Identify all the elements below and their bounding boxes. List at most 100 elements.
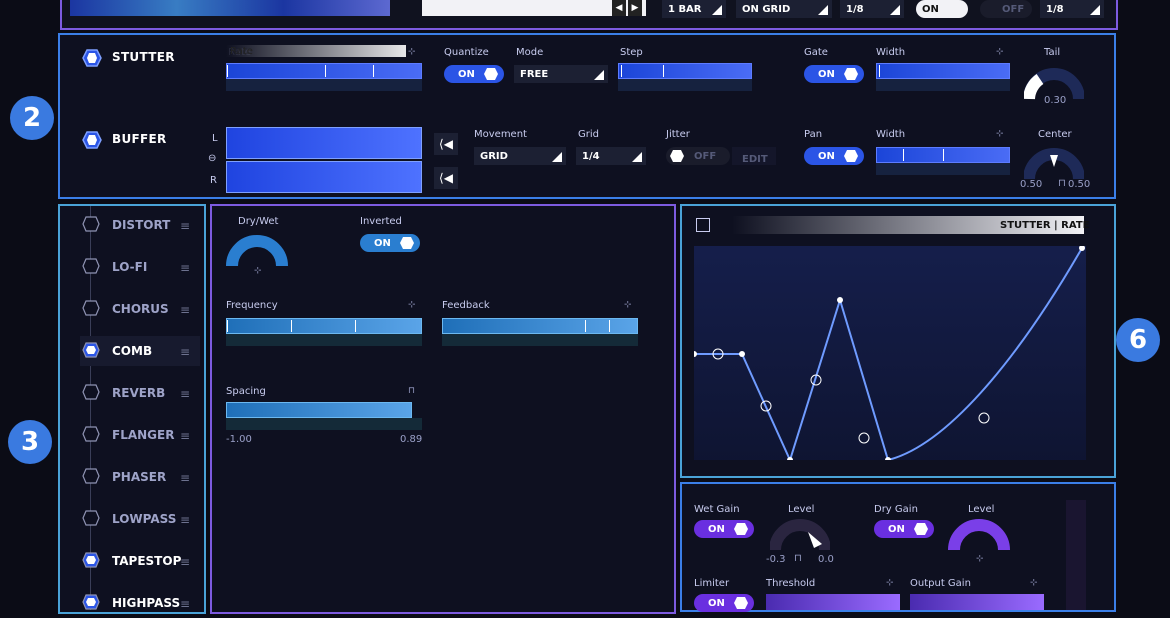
effect-node-icon[interactable] [82,468,100,484]
feedback-slider[interactable] [442,318,638,334]
grid-label: Grid [578,129,599,140]
effect-node-icon[interactable] [82,510,100,526]
stutter-width-modulation-icon[interactable]: ⊹ [996,47,1004,57]
effect-node-icon[interactable] [82,258,100,274]
effect-node-icon[interactable] [82,216,100,232]
mode-value: FREE [520,68,549,80]
dry-gain-knob-icon [914,523,928,535]
division-dropdown-2[interactable]: 1/8 [1040,0,1104,18]
level-min-value: -0.3 [766,554,786,565]
pan-knob-icon [844,150,858,162]
rate-slider[interactable] [226,63,422,79]
modulation-graph-panel: STUTTER | RATE [680,204,1116,478]
drywet-modulation-icon[interactable]: ⊹ [254,266,262,276]
movement-dropdown[interactable]: GRID [474,147,566,165]
threshold-slider[interactable] [766,594,900,610]
quantize-toggle[interactable]: ON [444,65,504,83]
top-toggle-off[interactable]: OFF [980,0,1032,18]
center-right-value: 0.50 [1068,179,1091,190]
pan-label: Pan [804,129,823,140]
limiter-toggle[interactable]: ON [694,594,754,612]
buffer-reverse-right-button[interactable]: ⟨◀ [434,167,458,189]
effect-name: COMB [112,344,153,358]
buffer-link-icon[interactable]: ⊖ [208,153,216,164]
output-gain-modulation-icon[interactable]: ⊹ [1030,578,1038,588]
buffer-right-track[interactable] [226,161,422,193]
frequency-slider[interactable] [226,318,422,334]
effect-node-icon[interactable] [82,594,100,610]
effect-drag-handle-icon[interactable]: ≡ [180,387,190,401]
buffer-width-slider[interactable] [876,147,1010,163]
effect-item-comb[interactable]: COMB ≡ [80,336,200,366]
spacing-lock-icon[interactable]: ⊓ [408,386,415,396]
grid-mode-dropdown[interactable]: ON GRID [736,0,832,18]
jitter-knob-icon [670,150,684,162]
effect-item-reverb[interactable]: REVERB ≡ [80,378,200,408]
effect-item-distort[interactable]: DISTORT ≡ [80,210,200,240]
stutter-width-slider[interactable] [876,63,1010,79]
effect-drag-handle-icon[interactable]: ≡ [180,345,190,359]
pan-toggle[interactable]: ON [804,147,864,165]
jitter-edit-button[interactable]: EDIT [732,147,776,165]
mode-dropdown[interactable]: FREE [514,65,608,83]
drywet-knob[interactable] [226,230,288,268]
jitter-toggle[interactable]: OFF [666,147,730,165]
buffer-left-track[interactable] [226,127,422,159]
feedback-modulation-icon[interactable]: ⊹ [624,300,632,310]
comb-panel: Dry/Wet ⊹ Inverted ON Frequency ⊹ Feedba… [210,204,676,614]
buffer-left-label: L [212,133,218,144]
effect-drag-handle-icon[interactable]: ≡ [180,471,190,485]
effect-item-flanger[interactable]: FLANGER ≡ [80,420,200,450]
quantize-label: Quantize [444,47,489,58]
center-lock-icon[interactable]: ⊓ [1058,178,1066,189]
effect-drag-handle-icon[interactable]: ≡ [180,555,190,569]
effect-node-icon[interactable] [82,384,100,400]
level2-modulation-icon[interactable]: ⊹ [976,554,984,564]
effect-item-tapestop[interactable]: TAPESTOP ≡ [80,546,200,576]
buffer-reverse-left-button[interactable]: ⟨◀ [434,133,458,155]
stutter-enable-icon[interactable] [82,49,102,67]
effect-node-icon[interactable] [82,300,100,316]
effect-item-chorus[interactable]: CHORUS ≡ [80,294,200,324]
grid-dropdown[interactable]: 1/4 [576,147,646,165]
effect-item-lo-fi[interactable]: LO-FI ≡ [80,252,200,282]
effect-drag-handle-icon[interactable]: ≡ [180,429,190,443]
effect-item-highpass[interactable]: HIGHPASS ≡ [80,588,200,618]
output-gain-slider[interactable] [910,594,1044,610]
buffer-width-modulation-icon[interactable]: ⊹ [996,129,1004,139]
effect-drag-handle-icon[interactable]: ≡ [180,513,190,527]
step-slider[interactable] [618,63,752,79]
effect-node-icon[interactable] [82,342,100,358]
beat-length-dropdown[interactable]: 1 BAR [662,0,726,18]
inverted-toggle[interactable]: ON [360,234,420,252]
gate-toggle[interactable]: ON [804,65,864,83]
prev-button[interactable]: ◀ [612,0,626,16]
effect-node-icon[interactable] [82,426,100,442]
frequency-modulation-icon[interactable]: ⊹ [408,300,416,310]
rate-modulation-icon[interactable]: ⊹ [408,47,416,57]
wet-gain-toggle[interactable]: ON [694,520,754,538]
dry-gain-toggle[interactable]: ON [874,520,934,538]
graph-expand-icon[interactable] [696,218,710,232]
level-knob[interactable] [770,518,830,552]
spacing-slider[interactable] [226,402,412,418]
effect-drag-handle-icon[interactable]: ≡ [180,261,190,275]
output-panel: Wet Gain ON Level -0.3 ⊓ 0.0 Dry Gain ON… [680,482,1116,612]
effect-drag-handle-icon[interactable]: ≡ [180,597,190,611]
effect-drag-handle-icon[interactable]: ≡ [180,219,190,233]
graph-canvas[interactable] [694,246,1086,460]
center-label: Center [1038,129,1072,140]
level2-knob[interactable] [948,518,1010,552]
next-button[interactable]: ▶ [628,0,642,16]
effect-item-lowpass[interactable]: LOWPASS ≡ [80,504,200,534]
top-toggle-on[interactable]: ON [916,0,968,18]
division-dropdown-1[interactable]: 1/8 [840,0,904,18]
threshold-modulation-icon[interactable]: ⊹ [886,578,894,588]
center-knob[interactable] [1024,143,1084,183]
effect-node-icon[interactable] [82,552,100,568]
callout-badge-3: 3 [8,420,52,464]
effect-drag-handle-icon[interactable]: ≡ [180,303,190,317]
buffer-enable-icon[interactable] [82,131,102,149]
level-lock-icon[interactable]: ⊓ [794,553,802,564]
effect-item-phaser[interactable]: PHASER ≡ [80,462,200,492]
